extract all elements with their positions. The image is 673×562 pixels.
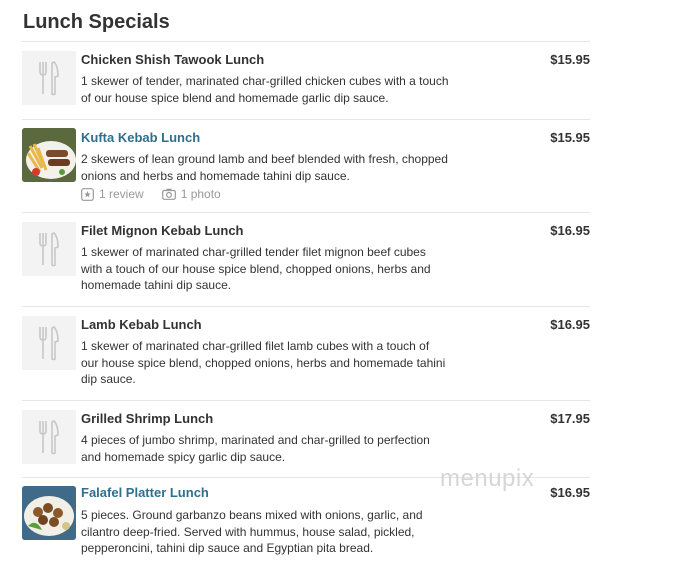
item-price: $15.95 [550, 130, 590, 145]
menu-item: Kufta Kebab Lunch $15.95 2 skewers of le… [22, 119, 590, 212]
description-line: our house spice blend, chopped onions, h… [81, 355, 446, 370]
placeholder-thumbnail [22, 222, 76, 276]
watermark-logo: menupix [440, 465, 535, 492]
item-price: $16.95 [550, 223, 590, 238]
item-description: 4 pieces of jumbo shrimp, marinated and … [81, 432, 476, 465]
placeholder-thumbnail [22, 410, 76, 464]
photo-count-link[interactable]: 1 photo [181, 187, 221, 201]
item-description: 1 skewer of marinated char-grilled tende… [81, 244, 476, 294]
description-line: 5 pieces. Ground garbanzo beans mixed wi… [81, 508, 423, 522]
menu-item: Filet Mignon Kebab Lunch $16.95 1 skewer… [22, 212, 590, 306]
description-line: cilantro deep-fried. Served with hummus,… [81, 524, 415, 539]
review-count-link[interactable]: 1 review [99, 187, 144, 201]
placeholder-thumbnail [22, 51, 76, 105]
description-line: onions and herbs and homemade tahini dip… [81, 168, 350, 183]
description-line: 4 pieces of jumbo shrimp, marinated and … [81, 433, 430, 447]
fork-knife-icon [39, 326, 59, 361]
item-description: 1 skewer of marinated char-grilled filet… [81, 338, 476, 388]
description-line: 1 skewer of marinated char-grilled filet… [81, 339, 430, 353]
falafel-platter-photo[interactable] [22, 486, 76, 540]
review-icon [81, 187, 94, 201]
fork-knife-icon [39, 61, 59, 96]
description-line: and homemade spicy garlic dip sauce. [81, 449, 286, 464]
food-photo-icon [22, 486, 76, 540]
description-line: of our house spice blend and homemade ga… [81, 90, 389, 105]
item-name[interactable]: Grilled Shrimp Lunch [81, 411, 213, 426]
item-description: 2 skewers of lean ground lamb and beef b… [81, 151, 476, 184]
item-price: $16.95 [550, 317, 590, 332]
menu-item: Chicken Shish Tawook Lunch $15.95 1 skew… [22, 41, 590, 119]
fork-knife-icon [39, 420, 59, 455]
description-line: 1 skewer of tender, marinated char-grill… [81, 74, 449, 88]
section-title: Lunch Specials [23, 11, 170, 33]
description-line: homemade tahini dip sauce. [81, 278, 232, 292]
camera-icon [161, 188, 176, 200]
item-description: 1 skewer of tender, marinated char-grill… [81, 73, 476, 106]
description-line: with a touch of our house spice blend, c… [81, 261, 431, 276]
item-price: $17.95 [550, 411, 590, 426]
item-name-link[interactable]: Falafel Platter Lunch [81, 485, 209, 500]
menu-item: Lamb Kebab Lunch $16.95 1 skewer of mari… [22, 306, 590, 400]
food-photo-icon [22, 128, 76, 182]
kufta-kebab-photo[interactable] [22, 128, 76, 182]
item-name[interactable]: Filet Mignon Kebab Lunch [81, 223, 244, 238]
item-price: $15.95 [550, 52, 590, 67]
description-line: 2 skewers of lean ground lamb and beef b… [81, 152, 448, 166]
item-name[interactable]: Chicken Shish Tawook Lunch [81, 52, 264, 67]
item-meta: 1 review 1 photo [81, 187, 221, 201]
item-description: 5 pieces. Ground garbanzo beans mixed wi… [81, 507, 476, 557]
description-line: dip sauce. [81, 372, 136, 386]
description-line: 1 skewer of marinated char-grilled tende… [81, 245, 426, 259]
item-name-link[interactable]: Kufta Kebab Lunch [81, 130, 200, 145]
description-line: pepperoncini, tahini dip sauce and Egypt… [81, 541, 374, 555]
placeholder-thumbnail [22, 316, 76, 370]
item-name[interactable]: Lamb Kebab Lunch [81, 317, 202, 332]
fork-knife-icon [39, 232, 59, 267]
item-price: $16.95 [550, 485, 590, 500]
